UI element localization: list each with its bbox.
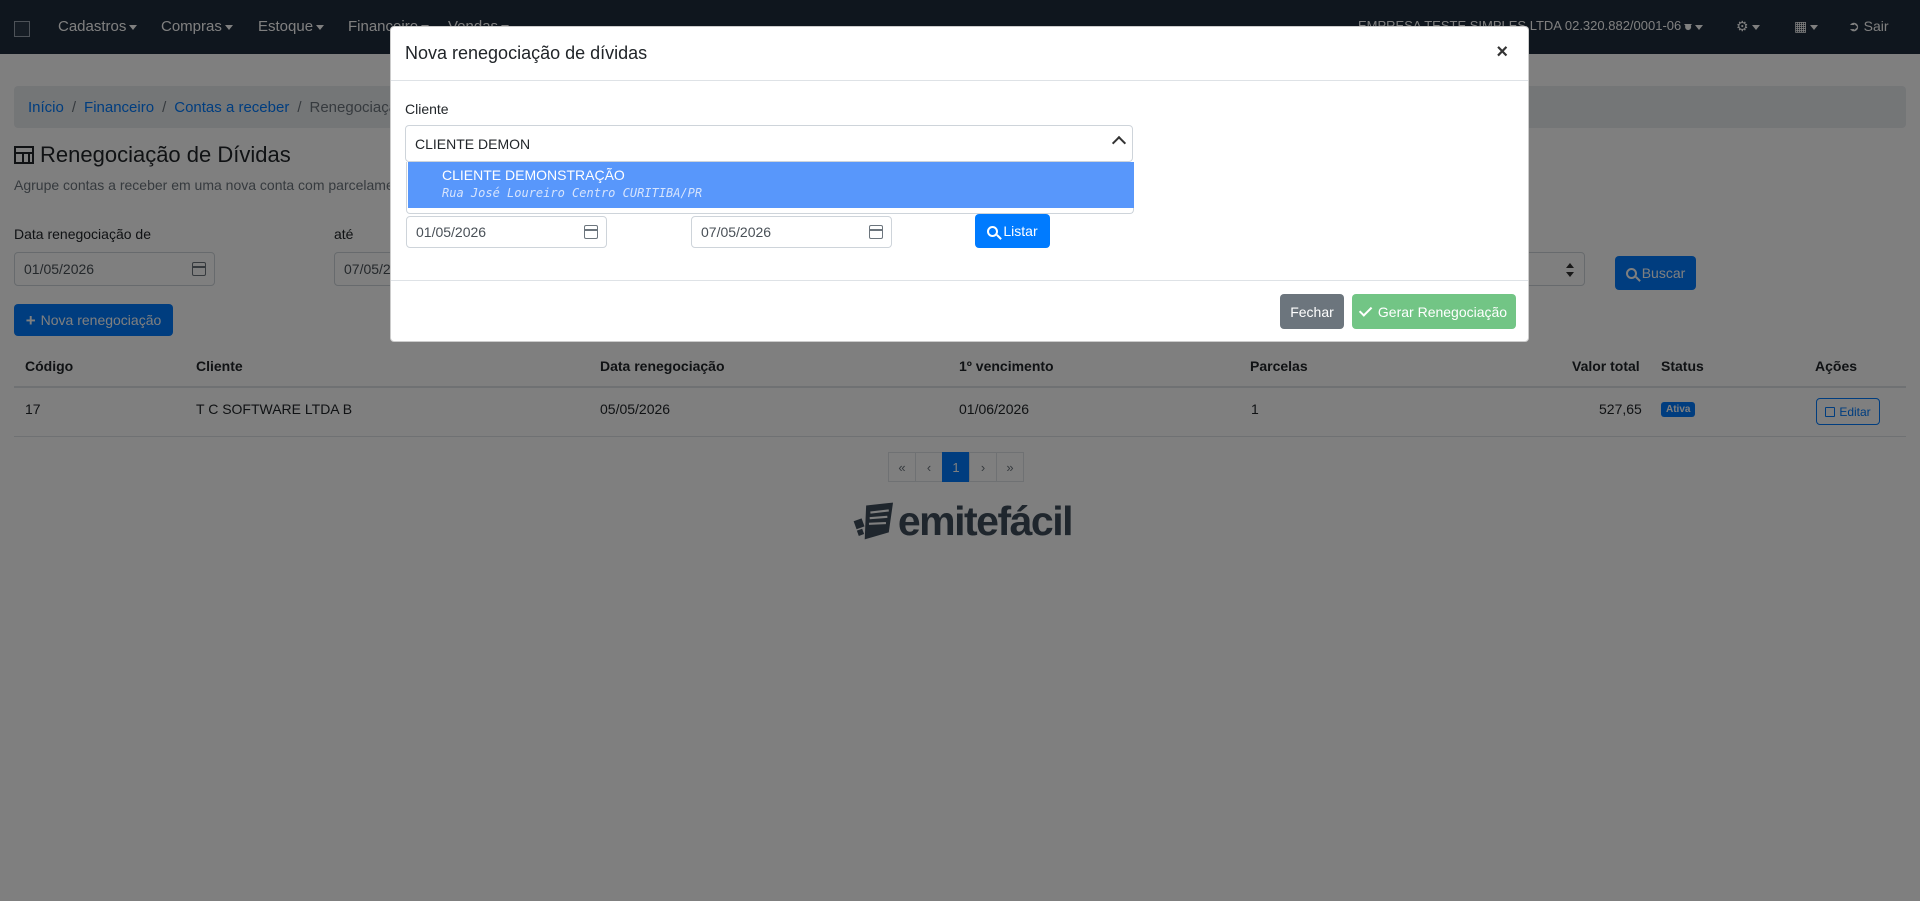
client-dropdown: CLIENTE DEMONSTRAÇÃO Rua José Loureiro C… bbox=[406, 162, 1134, 214]
calendar-icon[interactable] bbox=[584, 225, 598, 239]
modal-date-from-value: 01/05/2026 bbox=[416, 224, 487, 240]
client-option-address: Rua José Loureiro Centro CURITIBA/PR bbox=[442, 186, 703, 200]
list-button[interactable]: Listar bbox=[975, 214, 1050, 248]
generate-renegotiation-button[interactable]: Gerar Renegociação bbox=[1352, 294, 1516, 329]
modal-date-to-input[interactable]: 07/05/2026 bbox=[691, 216, 892, 248]
chevron-up-icon[interactable] bbox=[1111, 135, 1127, 151]
client-search-value[interactable]: CLIENTE DEMON bbox=[415, 136, 530, 152]
close-icon[interactable]: × bbox=[1496, 41, 1508, 64]
modal-date-to-value: 07/05/2026 bbox=[701, 224, 772, 240]
calendar-icon[interactable] bbox=[869, 225, 883, 239]
generate-renegotiation-label: Gerar Renegociação bbox=[1377, 303, 1508, 320]
search-icon bbox=[987, 225, 999, 237]
check-icon bbox=[1358, 303, 1373, 317]
modal-title: Nova renegociação de dívidas bbox=[405, 43, 648, 63]
list-button-label: Listar bbox=[1003, 223, 1038, 239]
modal-header: Nova renegociação de dívidas × bbox=[391, 27, 1528, 81]
modal-footer-divider bbox=[391, 280, 1528, 281]
client-combobox[interactable]: CLIENTE DEMON bbox=[405, 125, 1133, 162]
close-button[interactable]: Fechar bbox=[1280, 294, 1344, 329]
client-option-name: CLIENTE DEMONSTRAÇÃO bbox=[442, 167, 625, 183]
client-option[interactable]: CLIENTE DEMONSTRAÇÃO Rua José Loureiro C… bbox=[408, 162, 1134, 208]
modal-date-from-input[interactable]: 01/05/2026 bbox=[406, 216, 607, 248]
renegotiation-modal: Nova renegociação de dívidas × Cliente C… bbox=[390, 26, 1529, 342]
client-label: Cliente bbox=[405, 101, 449, 117]
